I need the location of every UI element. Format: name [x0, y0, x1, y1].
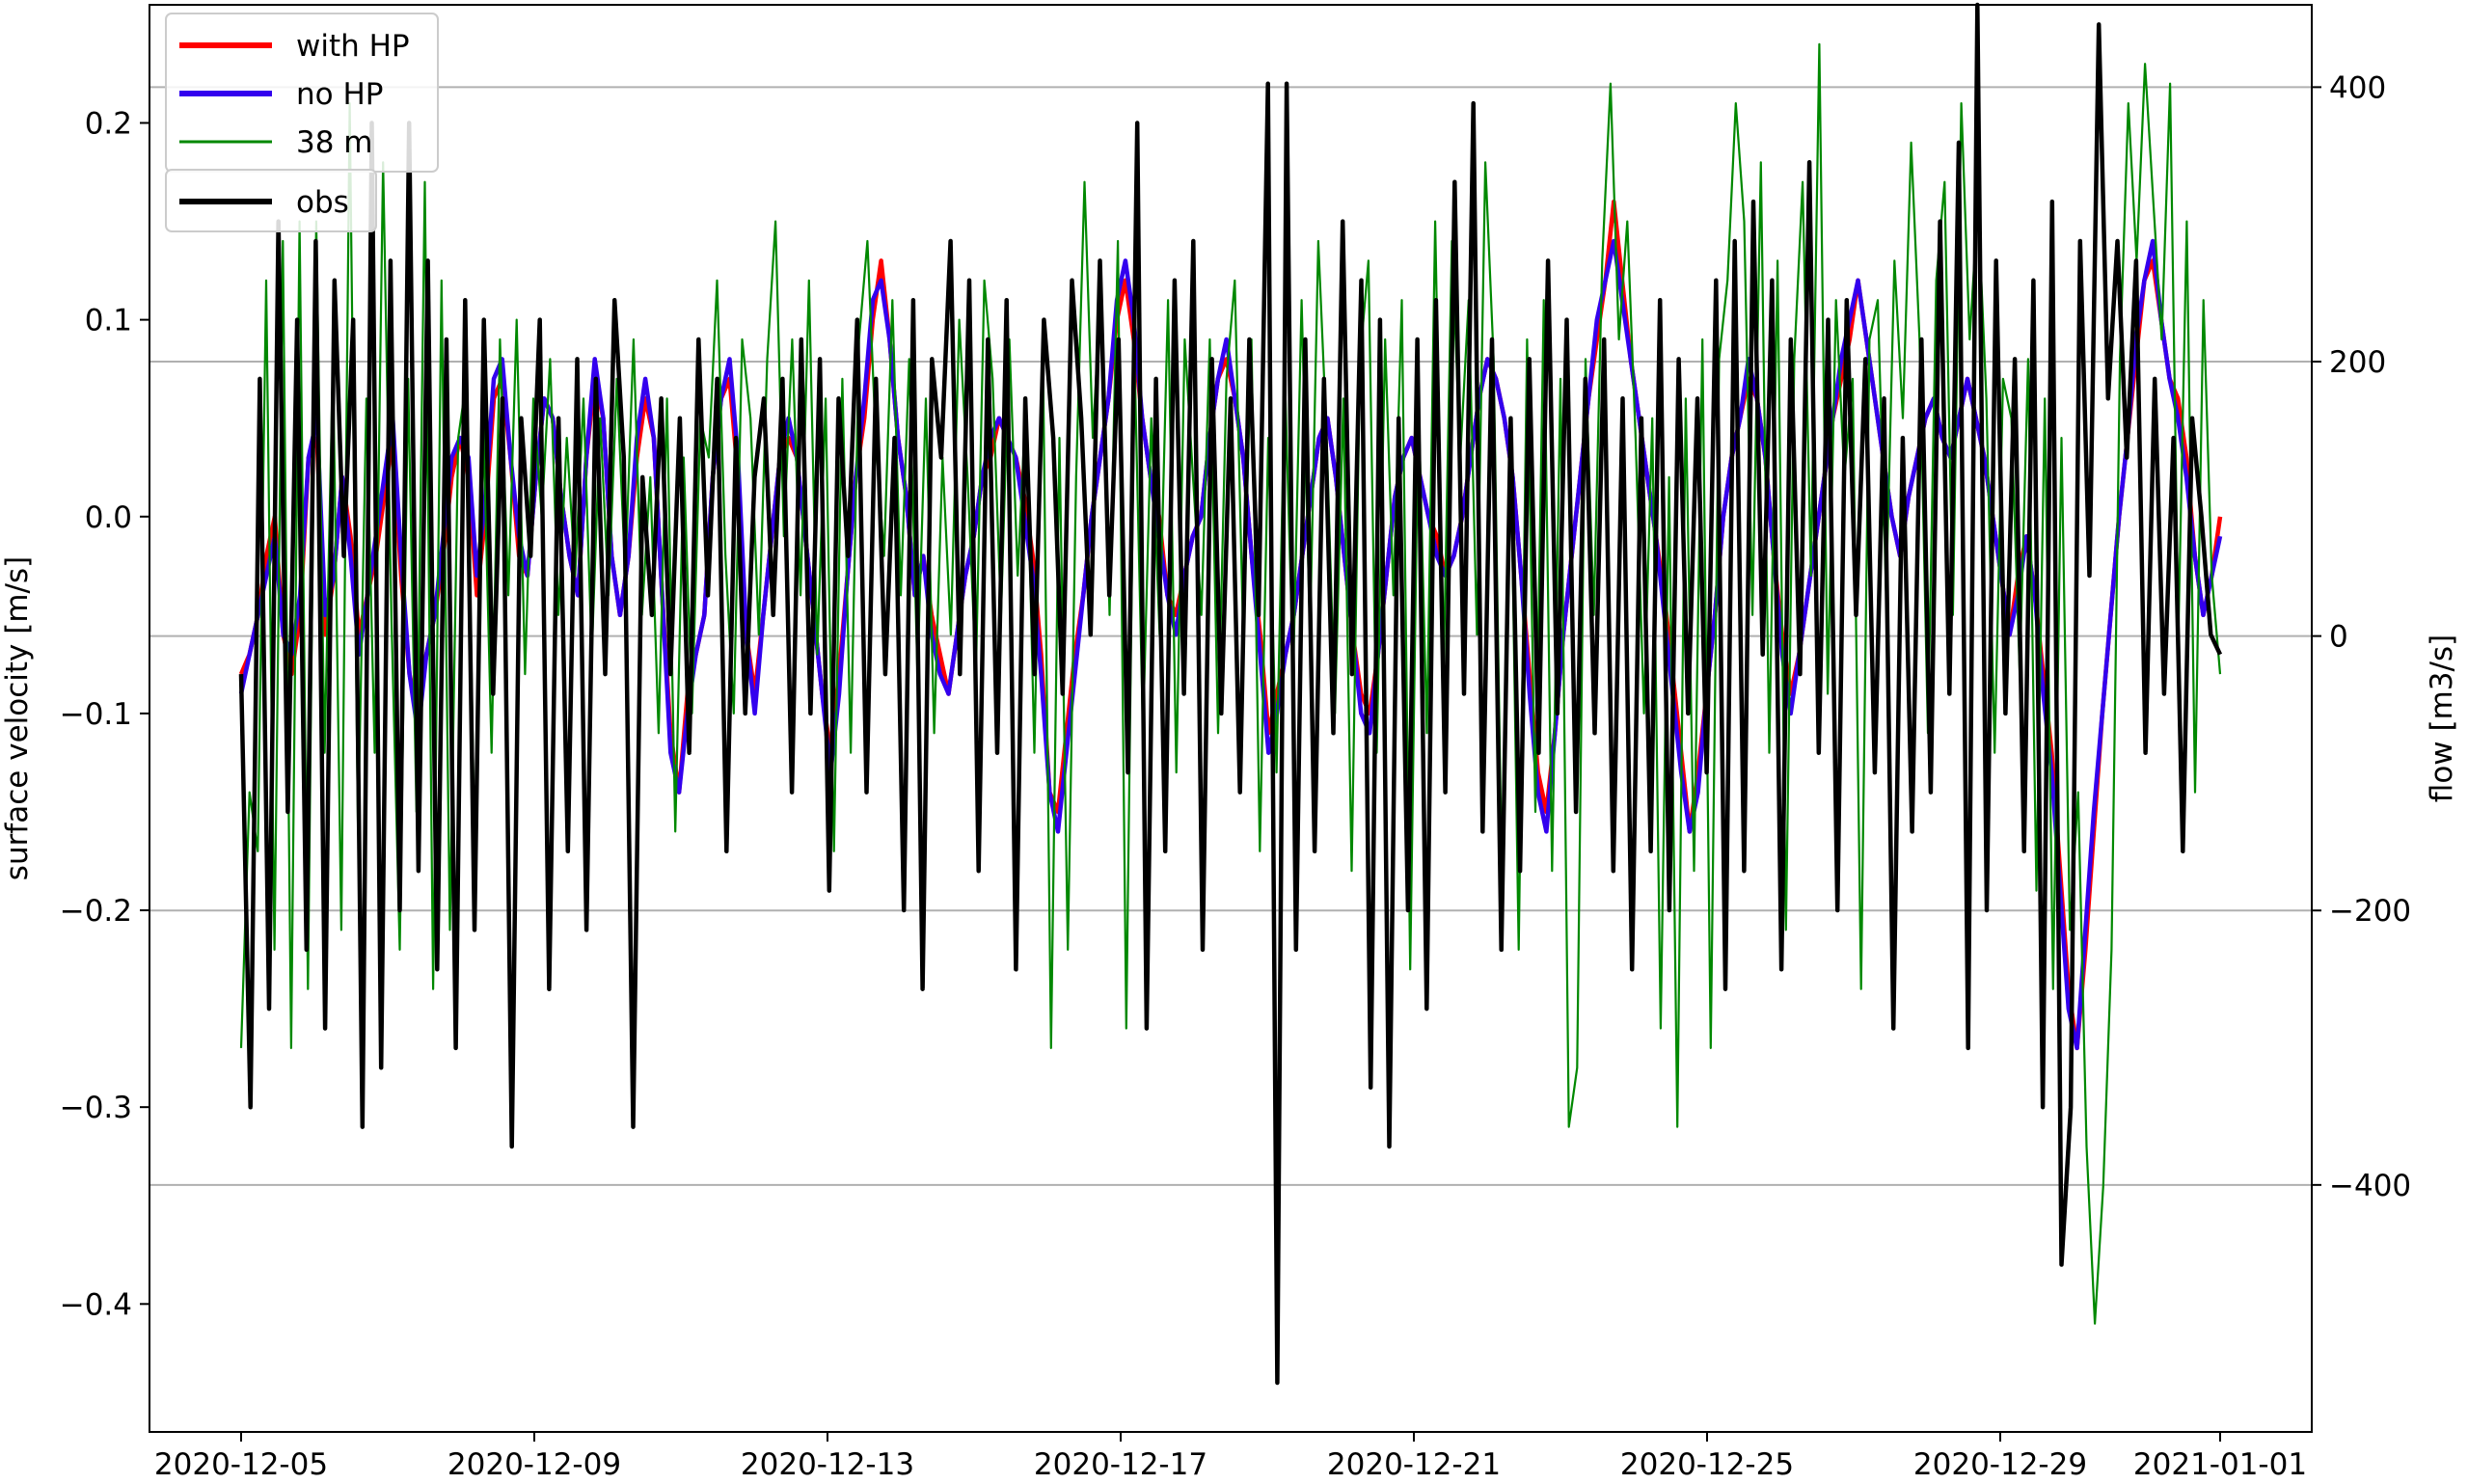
x-tick-label: 2021-01-01	[2133, 1447, 2307, 1482]
chart-svg: 2020-12-05 2020-12-09 2020-12-13 2020-12-17…	[0, 2, 2459, 1482]
y-tick-label: 0.1	[85, 304, 132, 338]
legend-label: obs	[296, 185, 349, 220]
y-tick-label-right: 200	[2329, 345, 2386, 380]
series-lines	[238, 2, 2223, 1386]
x-tick-label: 2020-12-29	[1913, 1447, 2087, 1482]
y-axis-label-right: flow [m3/s]	[2425, 634, 2459, 802]
y-tick-label: 0.2	[85, 106, 132, 141]
y-tick-label: −0.1	[60, 697, 132, 732]
x-tick-label: 2020-12-13	[741, 1447, 914, 1482]
y-tick-label-right: 0	[2329, 620, 2348, 655]
y-tick-label-right: 400	[2329, 70, 2386, 105]
x-tick-label: 2020-12-25	[1620, 1447, 1794, 1482]
legend-label: no HP	[296, 77, 383, 112]
legend-label: 38 m	[296, 125, 373, 160]
y-tick-label-right: −400	[2329, 1169, 2411, 1203]
legend-obs: obs	[165, 169, 377, 232]
x-tick-label: 2020-12-21	[1327, 1447, 1501, 1482]
x-tick-label: 2020-12-17	[1034, 1447, 1207, 1482]
legend-models: with HP no HP 38 m	[165, 13, 439, 173]
x-axis-ticks: 2020-12-05 2020-12-09 2020-12-13 2020-12-17…	[154, 1432, 2307, 1482]
y-tick-label-right: −200	[2329, 894, 2411, 929]
legend-label: with HP	[296, 29, 410, 64]
y-axis-ticks-right: −400 −200 0 200 400	[2312, 70, 2411, 1203]
x-tick-label: 2020-12-05	[154, 1447, 328, 1482]
grid-lines	[149, 86, 2312, 1186]
y-tick-label: −0.2	[60, 894, 132, 929]
series-line-38-m	[239, 42, 2222, 1325]
y-tick-label: −0.3	[60, 1091, 132, 1125]
y-axis-ticks-left: −0.4 −0.3 −0.2 −0.1 0.0 0.1 0.2	[60, 106, 149, 1322]
x-tick-label: 2020-12-09	[447, 1447, 621, 1482]
y-tick-label: −0.4	[60, 1287, 132, 1322]
y-axis-label-left: surface velocity [m/s]	[0, 556, 35, 880]
chart: 2020-12-05 2020-12-09 2020-12-13 2020-12-17…	[0, 0, 2468, 1484]
series-line-obs	[238, 2, 2223, 1386]
y-tick-label: 0.0	[85, 500, 132, 535]
